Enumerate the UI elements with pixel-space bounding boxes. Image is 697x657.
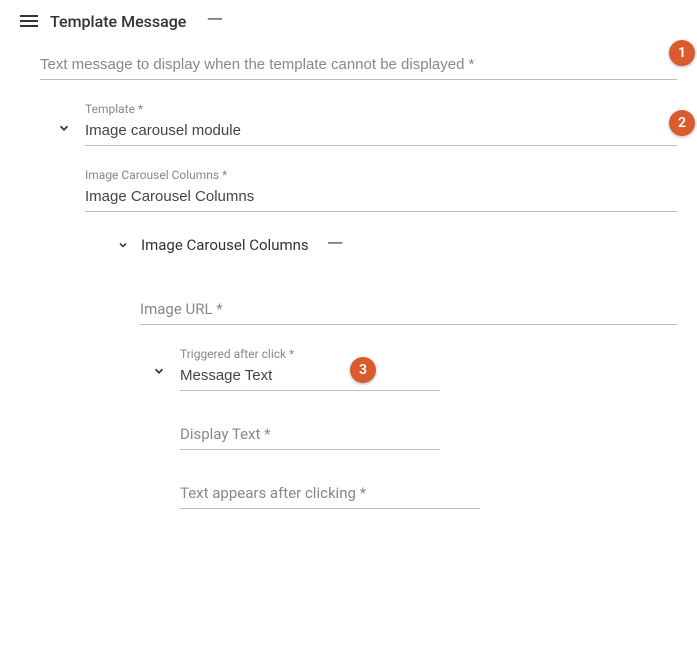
annotation-badge-3: 3 xyxy=(350,357,376,383)
triggered-label: Triggered after click * xyxy=(180,347,677,361)
chevron-down-icon[interactable] xyxy=(152,363,168,379)
annotation-badge-2: 2 xyxy=(669,110,695,136)
alt-text-input[interactable] xyxy=(40,52,677,80)
text-after-input[interactable]: Text appears after clicking * xyxy=(180,480,480,509)
triggered-field-group: Triggered after click * 3 xyxy=(180,347,677,391)
columns-field-group: Image Carousel Columns * xyxy=(85,168,677,212)
text-after-field-group: Text appears after clicking * xyxy=(180,480,677,509)
triggered-input[interactable] xyxy=(180,363,440,391)
template-label: Template * xyxy=(85,102,677,116)
display-text-input[interactable]: Display Text * xyxy=(180,421,440,450)
annotation-badge-1: 1 xyxy=(669,40,695,66)
image-url-field-group: Image URL * xyxy=(140,296,677,325)
chevron-down-icon[interactable] xyxy=(115,237,131,253)
columns-label: Image Carousel Columns * xyxy=(85,168,677,182)
template-field-group: Template * 2 xyxy=(85,102,677,146)
header-row: Template Message — xyxy=(20,10,677,32)
collapse-icon[interactable]: — xyxy=(206,10,223,32)
collapse-icon[interactable]: — xyxy=(327,234,344,256)
columns-section-title: Image Carousel Columns xyxy=(141,236,309,254)
form-container: Template Message — 1 Template * 2 Image … xyxy=(0,0,697,551)
template-input[interactable] xyxy=(85,118,677,146)
page-title: Template Message xyxy=(50,12,186,31)
columns-input[interactable] xyxy=(85,184,677,212)
image-url-input[interactable]: Image URL * xyxy=(140,296,677,325)
chevron-down-icon[interactable] xyxy=(57,120,73,136)
columns-section-header: Image Carousel Columns — xyxy=(115,234,677,256)
display-text-field-group: Display Text * xyxy=(180,421,677,450)
alt-text-field-group: 1 xyxy=(40,52,677,80)
hamburger-icon[interactable] xyxy=(20,15,38,27)
